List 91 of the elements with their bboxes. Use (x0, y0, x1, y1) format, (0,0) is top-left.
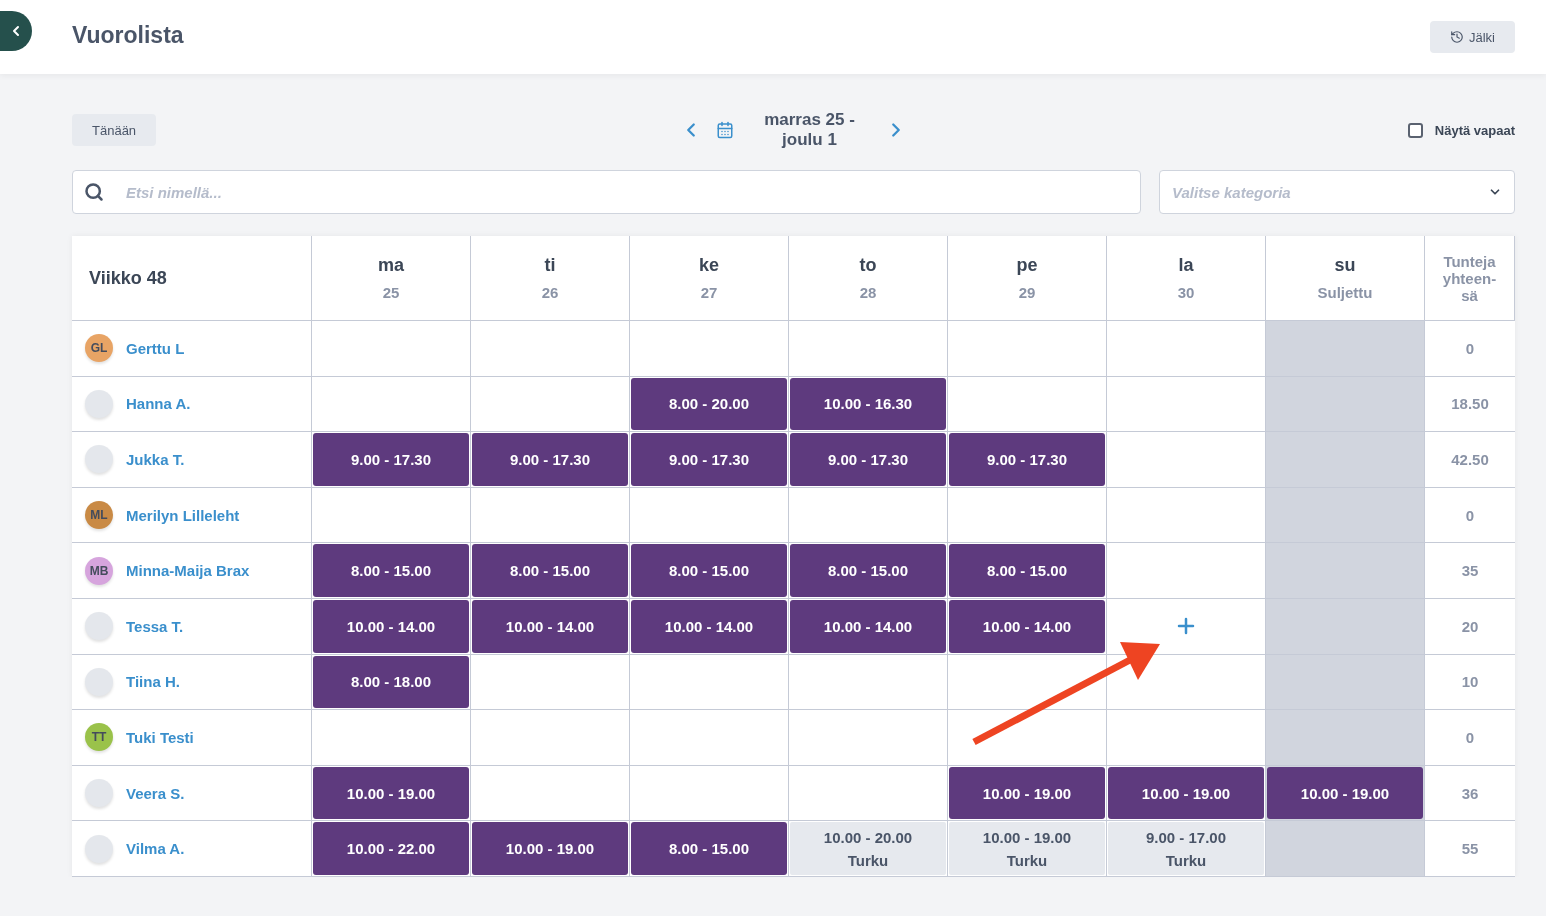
shift-block[interactable]: 10.00 - 14.00 (313, 599, 469, 653)
day-name: ma (378, 255, 404, 276)
total-hours: 0 (1425, 487, 1515, 544)
total-hours: 10 (1425, 654, 1515, 711)
today-button[interactable]: Tänään (72, 114, 157, 146)
avatar-placeholder (85, 389, 113, 418)
total-hours: 36 (1425, 765, 1515, 822)
date-range: marras 25 - joulu 1 (764, 110, 855, 150)
day-date: 28 (859, 284, 877, 301)
shift-time: 10.00 - 19.00 (982, 828, 1072, 846)
shift-location: Turku (1006, 851, 1048, 869)
total-hours-header: Tunteja yhteen-sä (1441, 252, 1498, 304)
employee-name-link[interactable]: Merilyn Lilleleht (126, 506, 240, 524)
shift-block[interactable]: 10.00 - 19.00 (1108, 766, 1264, 820)
shift-block[interactable]: 10.00 - 14.00 (790, 599, 946, 653)
checkbox[interactable] (1407, 122, 1423, 138)
shift-block[interactable]: 8.00 - 15.00 (472, 544, 628, 597)
total-hours: 35 (1425, 543, 1515, 599)
avatar-placeholder (85, 667, 113, 696)
week-label: Viikko 48 (89, 267, 167, 289)
total-hours: 55 (1425, 821, 1515, 877)
shift-block[interactable]: 10.00 - 16.30 (790, 377, 946, 431)
shift-block[interactable]: 10.00 - 19.00 (1267, 766, 1423, 820)
employee-name-link[interactable]: Minna-Maija Brax (126, 562, 250, 580)
shift-location: Turku (1165, 851, 1207, 869)
shift-block[interactable]: 8.00 - 20.00 (631, 377, 787, 431)
initials-avatar: MB (85, 556, 113, 585)
employee-name-link[interactable]: Vilma A. (126, 840, 185, 858)
back-button[interactable] (0, 11, 32, 51)
shift-block[interactable]: 8.00 - 15.00 (631, 544, 787, 597)
history-button[interactable]: Jälki (1430, 21, 1515, 53)
shift-block[interactable]: 8.00 - 15.00 (949, 544, 1105, 597)
avatar-placeholder (85, 445, 113, 474)
employee-name-link[interactable]: Veera S. (126, 784, 185, 802)
shift-time: 10.00 - 20.00 (823, 828, 913, 846)
total-hours: 0 (1425, 710, 1515, 766)
employee-name-link[interactable]: Jukka T. (126, 451, 185, 468)
shift-block[interactable]: 10.00 - 22.00 (313, 822, 469, 875)
shift-block[interactable]: 8.00 - 15.00 (790, 544, 946, 597)
day-name: ke (699, 255, 719, 276)
total-hours: 42.50 (1425, 432, 1515, 488)
shift-block[interactable]: 8.00 - 18.00 (313, 655, 469, 709)
day-name: pe (1016, 255, 1038, 276)
history-icon (1450, 30, 1464, 44)
shift-block[interactable]: 9.00 - 17.30 (949, 433, 1105, 486)
employee-name-link[interactable]: Tuki Testi (126, 728, 194, 746)
shift-location: Turku (847, 851, 889, 869)
initials-avatar: GL (85, 334, 113, 363)
initials-avatar: TT (85, 723, 113, 752)
checkbox-label: Näytä vapaat (1434, 122, 1515, 138)
day-name: la (1178, 255, 1194, 276)
initials-avatar: ML (85, 501, 113, 530)
shift-block[interactable]: 9.00 - 17.30 (313, 433, 469, 486)
shift-block[interactable]: 9.00 - 17.30 (790, 433, 946, 486)
day-date: 26 (541, 284, 559, 301)
other-location-shift[interactable]: 10.00 - 19.00 Turku (949, 822, 1105, 875)
employee-name-link[interactable]: Hanna A. (126, 395, 191, 413)
employee-name-link[interactable]: Gerttu L (126, 339, 185, 357)
day-name: su (1334, 255, 1356, 276)
day-name: to (859, 255, 877, 276)
shift-block[interactable]: 10.00 - 19.00 (313, 766, 469, 820)
shift-block[interactable]: 10.00 - 14.00 (949, 599, 1105, 653)
shift-block[interactable]: 8.00 - 15.00 (631, 822, 787, 875)
day-date: 25 (382, 284, 400, 301)
shift-block[interactable]: 10.00 - 14.00 (472, 599, 628, 653)
other-location-shift[interactable]: 10.00 - 20.00 Turku (790, 822, 946, 875)
day-name: ti (544, 255, 556, 276)
employee-name-link[interactable]: Tiina H. (126, 673, 180, 691)
day-date: 27 (700, 284, 718, 301)
search-field[interactable]: Etsi nimellä... (72, 170, 1141, 214)
avatar-placeholder (85, 612, 113, 641)
calendar-icon[interactable] (716, 121, 735, 139)
other-location-shift[interactable]: 9.00 - 17.00 Turku (1108, 822, 1264, 875)
shift-block[interactable]: 9.00 - 17.30 (631, 433, 787, 486)
avatar-placeholder (85, 779, 113, 808)
avatar-placeholder (85, 834, 113, 863)
shift-block[interactable]: 8.00 - 15.00 (313, 544, 469, 597)
total-hours: 18.50 (1425, 376, 1515, 433)
shift-block[interactable]: 10.00 - 14.00 (631, 599, 787, 653)
shift-block[interactable]: 10.00 - 19.00 (949, 766, 1105, 820)
total-hours: 0 (1425, 321, 1515, 377)
shift-block[interactable]: 10.00 - 19.00 (472, 822, 628, 875)
search-icon (84, 182, 104, 202)
page-title: Vuorolista (72, 21, 185, 49)
day-date: 30 (1177, 284, 1195, 301)
day-date: 29 (1018, 284, 1036, 301)
shift-block[interactable]: 9.00 - 17.30 (472, 433, 628, 486)
total-hours: 20 (1425, 598, 1515, 655)
day-date: Suljettu (1317, 284, 1373, 301)
shift-time: 9.00 - 17.00 (1145, 828, 1227, 846)
employee-name-link[interactable]: Tessa T. (126, 617, 184, 635)
